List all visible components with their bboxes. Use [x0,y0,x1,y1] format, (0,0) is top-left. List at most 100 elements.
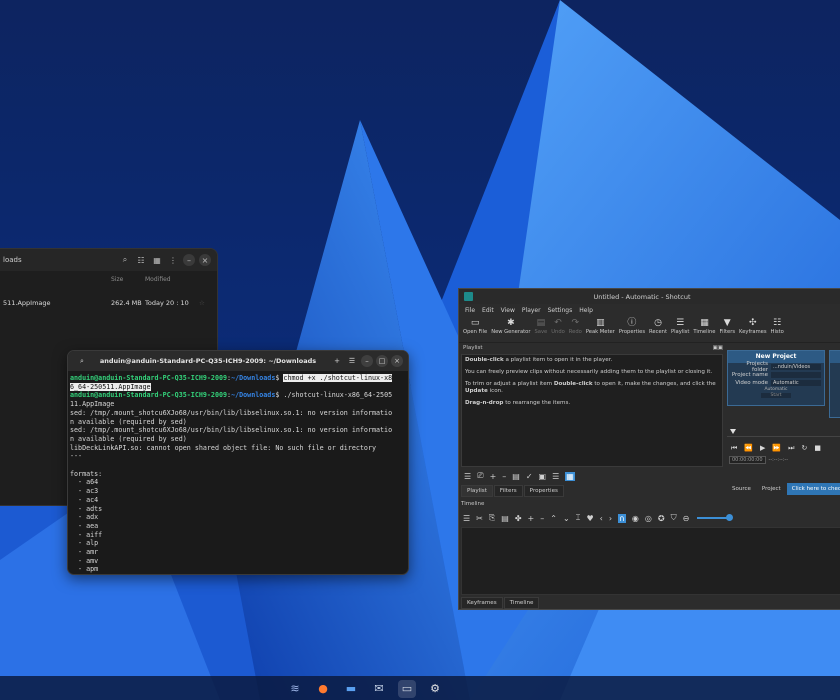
remove-icon[interactable]: – [540,514,544,523]
paste-icon[interactable]: ▤ [501,514,509,523]
tab-keyframes[interactable]: Keyframes [461,597,503,609]
star-icon[interactable]: ☆ [199,299,207,307]
split-icon[interactable]: ⌶ [576,513,581,523]
terminal-output[interactable]: anduin@anduin-Standard-PC-Q35-ICH9-2009:… [68,371,408,574]
tab-playlist[interactable]: Playlist [461,485,493,497]
grid-view-icon[interactable]: ▦ [151,254,163,266]
rewind-icon[interactable]: ⏪ [744,444,753,452]
shotcut-window: Untitled - Automatic - Shotcut File Edit… [458,288,840,610]
peak-meter-button[interactable]: ▥ Peak Meter [586,318,615,335]
timeline-button[interactable]: ▦ Timeline [693,318,715,335]
zoom-out-icon[interactable]: ⊖ [683,514,690,523]
fast-forward-icon[interactable]: ⏩ [772,444,781,452]
open-file-button[interactable]: ▭ Open File [463,318,487,335]
firefox-icon[interactable]: ● [314,680,332,698]
add-icon[interactable]: + [490,472,497,481]
close-icon[interactable]: × [391,355,403,367]
menu-file[interactable]: File [465,307,475,314]
tab-source[interactable]: Source [727,484,756,494]
ripple-icon[interactable]: ◎ [645,514,652,523]
check-icon[interactable]: ✓ [526,472,533,481]
tab-properties[interactable]: Properties [523,485,564,497]
ripple-markers-icon[interactable]: ⛉ [671,513,677,523]
skip-next-icon[interactable]: ⏭ [788,444,794,453]
minimize-icon[interactable]: – [361,355,373,367]
terminal-line: - amv [78,556,99,565]
settings-icon[interactable]: ⚙ [426,680,444,698]
keyframes-button[interactable]: ✣ Keyframes [739,318,767,335]
scrub-icon[interactable]: ◉ [632,514,639,523]
minimize-icon[interactable]: – [183,254,195,266]
menu-icon[interactable]: ☰ [346,355,358,367]
append-icon[interactable]: ✤ [515,514,522,523]
previous-marker-icon[interactable]: ‹ [600,514,603,523]
play-icon[interactable]: ▶ [760,444,765,452]
menu-icon[interactable]: ⋮ [167,254,179,266]
remove-icon[interactable]: – [502,472,506,481]
video-mode-select[interactable]: Automatic [771,380,821,386]
undo-button[interactable]: ↶ Undo [551,318,565,335]
column-size[interactable]: Size [111,276,145,285]
menu-settings[interactable]: Settings [548,307,573,314]
redo-button[interactable]: ↷ Redo [569,318,582,335]
update-icon[interactable]: ▤ [512,472,520,481]
properties-button[interactable]: ⓘ Properties [619,318,645,335]
menu-edit[interactable]: Edit [482,307,494,314]
playlist-button[interactable]: ☰ Playlist [671,318,689,335]
append-icon[interactable]: ⎚ [477,471,483,481]
detail-view-icon[interactable]: ▣ [539,472,547,481]
filters-button[interactable]: ▼ Filters [719,318,735,335]
ripple-all-icon[interactable]: ✪ [658,514,665,523]
stop-icon[interactable]: ■ [814,444,821,452]
close-icon[interactable]: × [199,254,211,266]
location-bar[interactable]: loads [3,256,115,264]
zoom-slider[interactable] [697,514,734,521]
check-updates-button[interactable]: Click here to chec [786,483,840,495]
view-toggle-icon[interactable]: ☷ [135,254,147,266]
add-icon[interactable]: + [528,514,535,523]
panel-float-icon[interactable]: ▣▣ [713,345,723,353]
folder-icon[interactable]: ▬ [342,680,360,698]
lift-icon[interactable]: ⌃ [550,514,557,523]
list-view-icon[interactable]: ☰ [552,472,559,481]
player-ruler[interactable] [727,427,840,437]
new-generator-button[interactable]: ✱ New Generator [491,318,530,335]
menu-player[interactable]: Player [522,307,541,314]
peak-meter-icon: ▥ [596,318,605,328]
tab-timeline[interactable]: Timeline [503,597,540,609]
next-marker-icon[interactable]: › [609,514,612,523]
menu-view[interactable]: View [501,307,515,314]
mail-icon[interactable]: ✉ [370,680,388,698]
tab-filters[interactable]: Filters [493,485,523,497]
snap-icon[interactable]: ∩ [618,513,626,523]
file-row[interactable]: 511.AppImage 262.4 MB Today 20 : 10 ☆ [0,285,217,307]
overwrite-icon[interactable]: ⌄ [563,514,570,523]
marker-icon[interactable]: ♥ [586,514,593,523]
playlist-area[interactable]: Double-click a playlist item to open it … [461,354,723,467]
loop-icon[interactable]: ↻ [801,444,807,452]
projects-folder-field[interactable]: ...nduin/Videos [771,364,821,370]
icon-view-icon[interactable]: ▦ [565,471,575,481]
search-icon[interactable]: ⌕ [76,355,88,367]
menu-help[interactable]: Help [579,307,593,314]
copy-icon[interactable]: ⎘ [489,513,495,523]
new-tab-icon[interactable]: + [331,355,343,367]
histo-button[interactable]: ☷ Histo [771,318,784,335]
timeline-menu-icon[interactable]: ☰ [463,514,470,523]
terminal-icon[interactable]: ▭ [398,679,416,698]
tab-project[interactable]: Project [757,484,786,494]
cut-icon[interactable]: ✂ [476,514,483,523]
timecode-field[interactable]: 00:00:00:00 [729,456,766,464]
timeline-area[interactable] [461,527,840,595]
playlist-menu-icon[interactable]: ☰ [464,472,471,481]
column-modified[interactable]: Modified [145,276,199,285]
save-button[interactable]: ▤ Save [535,318,548,335]
start-button[interactable]: Start [761,393,791,398]
maximize-icon[interactable]: □ [376,355,388,367]
files-stack-icon[interactable]: ≋ [286,680,304,698]
recent-button[interactable]: ◷ Recent [649,318,667,335]
project-name-field[interactable] [771,372,821,378]
terminal-line: --- [70,452,83,461]
search-icon[interactable]: ⌕ [119,254,131,266]
skip-previous-icon[interactable]: ⏮ [731,444,737,453]
